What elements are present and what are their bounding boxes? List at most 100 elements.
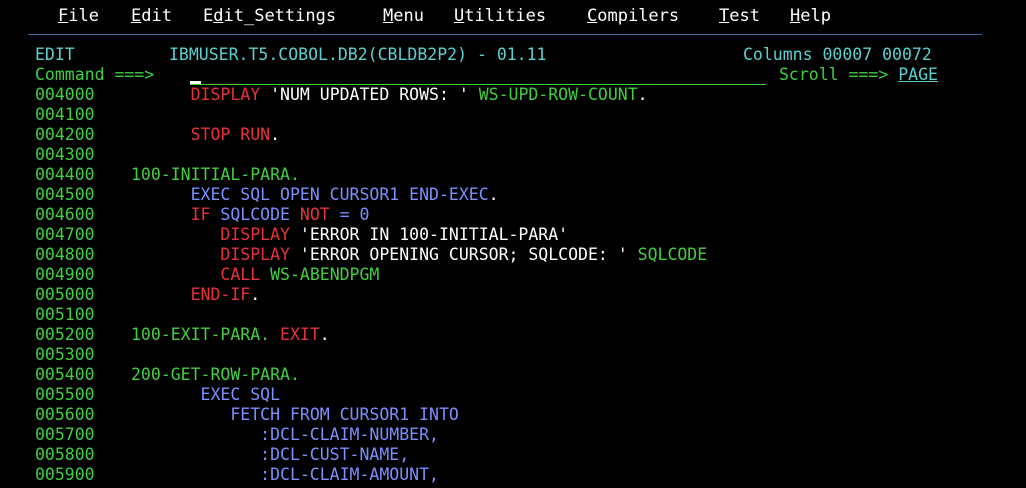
menu-help-rest: elp <box>800 6 831 26</box>
line-number[interactable]: 005900 <box>35 465 95 485</box>
code-token: SQLCODE <box>637 245 708 264</box>
code-token: 'ERROR OPENING CURSOR; SQLCODE: ' <box>289 245 638 264</box>
code-token: EXIT <box>280 325 320 344</box>
command-input[interactable] <box>190 66 766 85</box>
menu-edit-rest: dit <box>141 6 172 26</box>
code-token: :DCL-CUST-NAME, <box>260 445 410 464</box>
code-token: :DCL-CLAIM-NUMBER, <box>260 425 439 444</box>
line-number[interactable]: 004200 <box>35 125 95 145</box>
source-line[interactable]: EXEC SQL <box>131 385 280 405</box>
menu-menu-mnemonic: M <box>383 6 394 26</box>
source-line[interactable]: STOP RUN. <box>131 125 280 145</box>
line-number[interactable]: 005600 <box>35 405 95 425</box>
line-number[interactable]: 004900 <box>35 265 95 285</box>
menu-help-mnemonic: H <box>790 6 801 26</box>
column-end: 00072 <box>882 45 932 64</box>
text-cursor <box>190 81 201 84</box>
source-line[interactable]: DISPLAY 'ERROR OPENING CURSOR; SQLCODE: … <box>131 245 707 265</box>
code-token: DISPLAY <box>220 245 290 264</box>
line-number[interactable]: 005500 <box>35 385 95 405</box>
scroll-field: Scroll ===> PAGE <box>779 65 938 85</box>
line-number[interactable]: 005400 <box>35 365 95 385</box>
source-line[interactable]: :DCL-CUST-NAME, <box>131 445 409 465</box>
line-number[interactable]: 005000 <box>35 285 95 305</box>
code-token: . <box>250 285 261 304</box>
menu-edit-settings-rest: it_Settings <box>223 6 337 26</box>
command-label: Command ===> <box>35 65 155 84</box>
code-token: END-IF <box>190 285 251 304</box>
line-number[interactable]: 004400 <box>35 165 95 185</box>
code-token: NOT <box>299 205 330 224</box>
scroll-label: Scroll ===> <box>779 65 889 84</box>
line-number[interactable]: 004100 <box>35 105 95 125</box>
code-token: 200-GET-ROW-PARA. <box>131 365 300 384</box>
source-line[interactable]: FETCH FROM CURSOR1 INTO <box>131 405 459 425</box>
code-token: WS-UPD-ROW-COUNT <box>478 85 638 104</box>
source-line[interactable]: 200-GET-ROW-PARA. <box>131 365 300 385</box>
code-token: WS-ABENDPGM <box>260 265 380 284</box>
code-token: SQLCODE <box>210 205 300 224</box>
code-token: 100-EXIT-PARA. <box>131 325 281 344</box>
menu-file-mnemonic: F <box>58 6 69 26</box>
menu-utilities[interactable]: Utilities <box>454 6 546 26</box>
source-line[interactable]: END-IF. <box>131 285 261 305</box>
menu-compilers-mnemonic: C <box>587 6 598 26</box>
code-token: EXEC SQL OPEN CURSOR1 END-EXEC <box>190 185 489 204</box>
menu-separator <box>28 34 982 35</box>
menu-test-mnemonic: T <box>719 6 730 26</box>
line-number[interactable]: 004700 <box>35 225 95 245</box>
menu-help[interactable]: Help <box>790 6 831 26</box>
source-line[interactable]: DISPLAY 'NUM UPDATED ROWS: ' WS-UPD-ROW-… <box>131 85 648 105</box>
line-number[interactable]: 004300 <box>35 145 95 165</box>
edit-mode-label: EDIT <box>35 45 75 64</box>
line-number[interactable]: 004500 <box>35 185 95 205</box>
menu-utilities-mnemonic: U <box>454 6 465 26</box>
menu-file[interactable]: File <box>58 6 99 26</box>
menu-compilers[interactable]: Compilers <box>587 6 679 26</box>
menu-test[interactable]: Test <box>719 6 760 26</box>
source-line[interactable]: CALL WS-ABENDPGM <box>131 265 379 285</box>
code-token: . <box>319 325 330 344</box>
source-line[interactable]: DISPLAY 'ERROR IN 100-INITIAL-PARA' <box>131 225 568 245</box>
menu-edit[interactable]: Edit <box>131 6 172 26</box>
code-token: DISPLAY <box>220 225 290 244</box>
code-token: DISPLAY <box>190 85 261 104</box>
source-line[interactable]: IF SQLCODE NOT = 0 <box>131 205 370 225</box>
line-number[interactable]: 004600 <box>35 205 95 225</box>
line-number[interactable]: 004000 <box>35 85 95 105</box>
menu-utilities-rest: tilities <box>464 6 547 26</box>
line-number[interactable]: 004800 <box>35 245 95 265</box>
source-line[interactable]: :DCL-CLAIM-AMOUNT, <box>131 465 439 485</box>
source-line[interactable]: 100-EXIT-PARA. EXIT. <box>131 325 330 345</box>
menu-menu[interactable]: Menu <box>383 6 424 26</box>
menu-test-rest: est <box>729 6 760 26</box>
line-number[interactable]: 005200 <box>35 325 95 345</box>
line-number[interactable]: 005300 <box>35 345 95 365</box>
source-line[interactable]: 100-INITIAL-PARA. <box>131 165 300 185</box>
source-line[interactable]: EXEC SQL OPEN CURSOR1 END-EXEC. <box>131 185 499 205</box>
line-number[interactable]: 005700 <box>35 425 95 445</box>
scroll-amount-input[interactable]: PAGE <box>898 65 938 84</box>
menu-edit-settings[interactable]: Edit_Settings <box>203 6 336 26</box>
code-token: EXEC SQL <box>200 385 281 404</box>
line-number[interactable]: 005100 <box>35 305 95 325</box>
line-number[interactable]: 005800 <box>35 445 95 465</box>
menu-bar: File Edit Edit_Settings Menu Utilities C… <box>0 0 1026 32</box>
code-token: . <box>637 85 648 104</box>
code-token: :DCL-CLAIM-AMOUNT, <box>260 465 439 484</box>
menu-file-rest: ile <box>68 6 99 26</box>
columns-label: Columns <box>743 45 813 64</box>
code-token: . <box>270 125 281 144</box>
code-token: FETCH FROM CURSOR1 INTO <box>230 405 459 424</box>
menu-menu-rest: enu <box>393 6 424 26</box>
source-line[interactable]: :DCL-CLAIM-NUMBER, <box>131 425 439 445</box>
code-token: IF <box>190 205 211 224</box>
